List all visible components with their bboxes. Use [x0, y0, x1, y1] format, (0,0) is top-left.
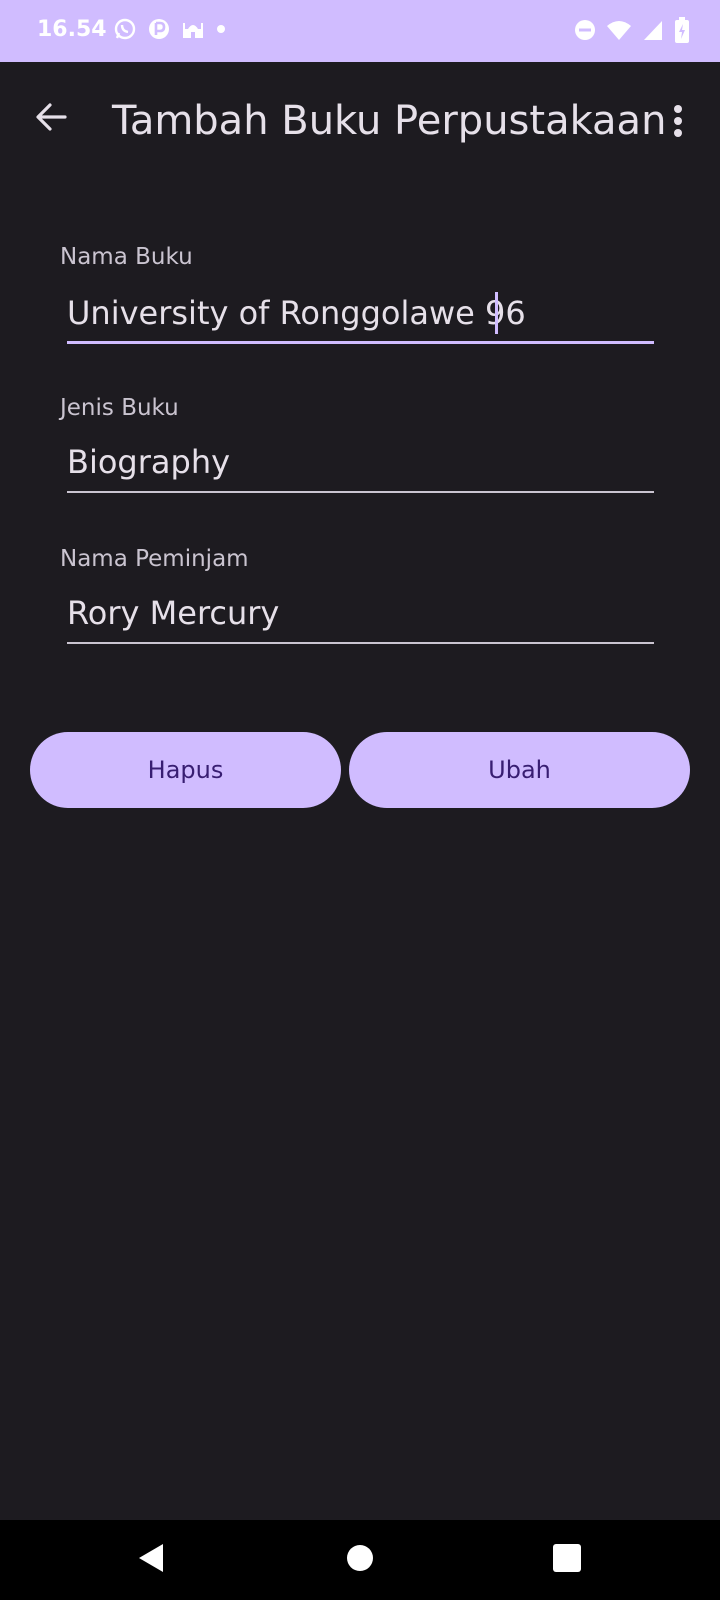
- wifi-icon: [606, 18, 632, 42]
- mosque-icon: [181, 17, 205, 41]
- nama-peminjam-input[interactable]: [67, 584, 654, 644]
- text-caret: [495, 292, 498, 334]
- app-bar: Tambah Buku Perpustakaan: [0, 62, 720, 184]
- navigation-bar: [0, 1520, 720, 1600]
- nav-back-button[interactable]: [131, 1540, 171, 1580]
- signal-icon: [642, 18, 664, 42]
- home-circle-icon: [345, 1543, 375, 1578]
- status-notification-icons: [113, 17, 227, 41]
- nama-peminjam-label: Nama Peminjam: [60, 546, 249, 572]
- nama-buku-input[interactable]: [67, 284, 654, 344]
- nav-recents-button[interactable]: [547, 1540, 587, 1580]
- more-options-button[interactable]: [658, 98, 698, 148]
- whatsapp-icon: [113, 17, 137, 41]
- jenis-buku-input[interactable]: [67, 433, 654, 493]
- back-triangle-icon: [136, 1542, 166, 1579]
- jenis-buku-field: Jenis Buku: [60, 395, 654, 493]
- nama-buku-label: Nama Buku: [60, 244, 193, 270]
- nav-home-button[interactable]: [340, 1540, 380, 1580]
- page-title: Tambah Buku Perpustakaan: [112, 98, 667, 144]
- nama-peminjam-field: Nama Peminjam: [60, 546, 654, 644]
- status-bar: 16.54: [0, 0, 720, 62]
- do-not-disturb-icon: [574, 18, 596, 42]
- status-time: 16.54: [37, 17, 107, 42]
- more-vert-icon: [672, 104, 684, 143]
- hapus-button[interactable]: Hapus: [30, 732, 341, 808]
- jenis-buku-label: Jenis Buku: [60, 395, 179, 421]
- status-system-icons: [574, 17, 690, 43]
- recents-square-icon: [552, 1543, 582, 1578]
- app-icon: [147, 17, 171, 41]
- arrow-back-icon: [34, 100, 68, 139]
- battery-charging-icon: [674, 17, 690, 43]
- dot-icon: [215, 17, 227, 41]
- nama-buku-field: Nama Buku: [60, 244, 654, 344]
- back-button[interactable]: [26, 94, 76, 144]
- ubah-button[interactable]: Ubah: [349, 732, 690, 808]
